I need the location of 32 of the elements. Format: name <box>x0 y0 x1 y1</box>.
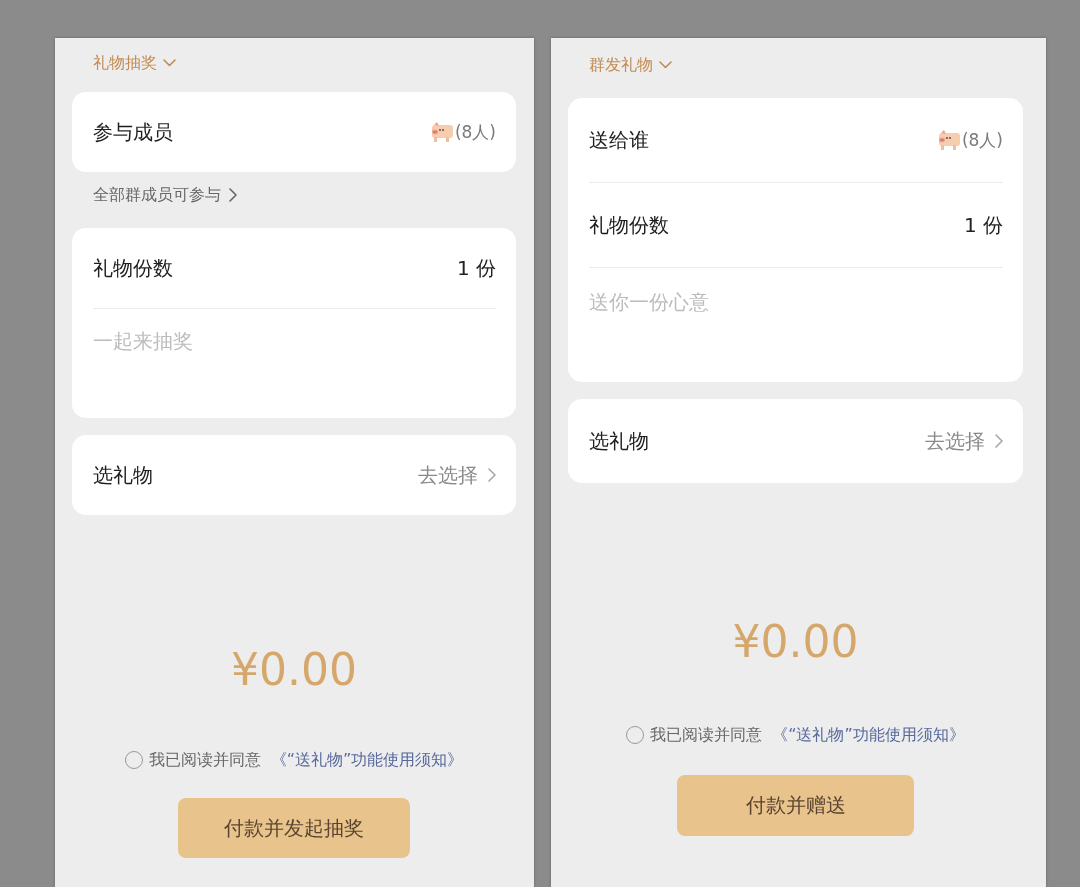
row-label: 参与成员 <box>93 118 173 146</box>
amount-text: ¥0.00 <box>732 616 859 668</box>
quantity-value: 1 份 <box>963 211 1003 239</box>
member-count: (8人) <box>454 120 496 144</box>
member-count: (8人) <box>961 128 1003 152</box>
pay-button[interactable]: 付款并发起抽奖 <box>178 798 410 858</box>
chevron-right-icon <box>229 188 237 202</box>
row-label: 礼物份数 <box>93 254 173 282</box>
pay-button[interactable]: 付款并赠送 <box>677 775 914 836</box>
quantity-value: 1 份 <box>456 254 496 282</box>
message-field[interactable]: 一起来抽奖 <box>72 308 516 418</box>
chevron-down-icon <box>659 61 672 69</box>
row-label: 选礼物 <box>93 461 153 489</box>
terms-link[interactable]: 《“送礼物”功能使用须知》 <box>772 724 965 746</box>
member-scope-link[interactable]: 全部群成员可参与 <box>93 184 237 206</box>
choose-gift-link[interactable]: 去选择 <box>418 461 496 489</box>
chevron-right-icon <box>995 434 1003 448</box>
mode-dropdown[interactable]: 群发礼物 <box>589 54 672 76</box>
pig-icon <box>937 130 960 150</box>
message-field[interactable]: 送你一份心意 <box>568 267 1023 382</box>
row-label: 选礼物 <box>589 427 649 455</box>
agreement-text: 我已阅读并同意 <box>148 749 261 771</box>
mode-dropdown[interactable]: 礼物抽奖 <box>93 52 176 74</box>
terms-link[interactable]: 《“送礼物”功能使用须知》 <box>270 749 464 771</box>
chevron-right-icon <box>488 468 496 482</box>
amount-text: ¥0.00 <box>231 644 357 696</box>
row-label: 送给谁 <box>589 126 649 154</box>
agreement-text: 我已阅读并同意 <box>650 724 763 746</box>
row-label: 礼物份数 <box>589 211 669 239</box>
choose-gift-link[interactable]: 去选择 <box>925 427 1003 455</box>
chevron-down-icon <box>163 59 176 67</box>
pig-icon <box>430 122 453 142</box>
